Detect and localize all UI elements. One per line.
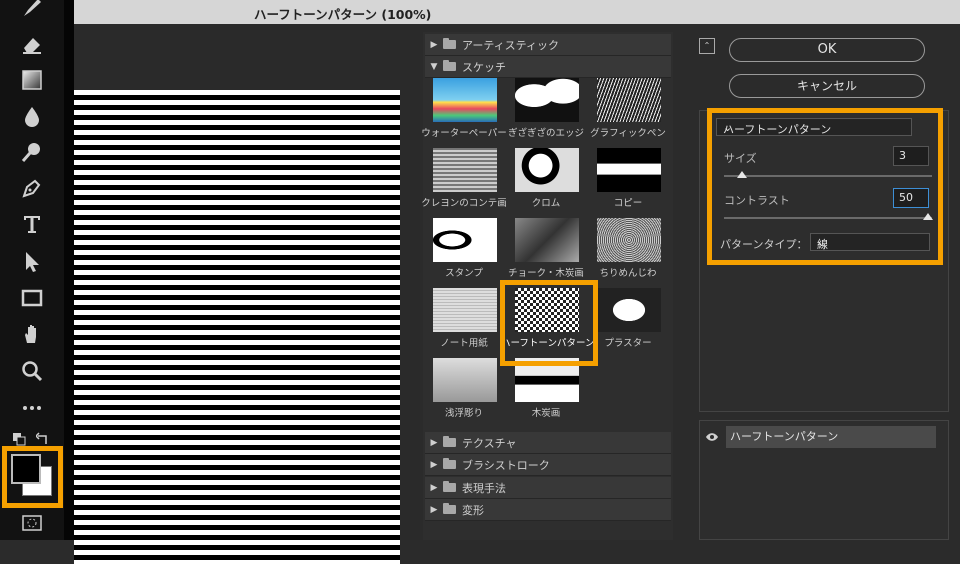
blur-drop-icon[interactable] (14, 102, 50, 130)
collapse-arrow-icon: ▼ (430, 61, 438, 72)
category-distort[interactable]: ▶ 変形 (425, 499, 671, 521)
brush-icon[interactable] (14, 0, 50, 22)
dialog-title: ハーフトーンパターン (100%) (254, 7, 432, 22)
filter-thumbnail[interactable]: チョーク・木炭画 (505, 218, 585, 284)
filter-label: 木炭画 (531, 408, 561, 419)
filter-preview-image (597, 218, 661, 262)
folder-icon (443, 60, 456, 71)
filter-preview-image (597, 288, 661, 332)
dialog-titlebar: ハーフトーンパターン (100%) (74, 0, 960, 24)
rectangle-icon[interactable] (14, 284, 50, 312)
filter-preview-image (433, 148, 497, 192)
filter-preview-image (515, 78, 579, 122)
filter-thumbnail[interactable]: ノート用紙 (423, 288, 503, 354)
category-brush-strokes[interactable]: ▶ ブラシストローク (425, 454, 671, 476)
type-icon[interactable] (14, 210, 50, 238)
filter-label: チョーク・木炭画 (508, 268, 584, 279)
folder-icon (443, 436, 456, 447)
expand-arrow-icon: ▶ (430, 504, 438, 515)
category-sketch[interactable]: ▼ スケッチ (425, 56, 671, 78)
folder-icon (443, 481, 456, 492)
highlight-selected-filter (500, 280, 598, 366)
filter-thumbnail[interactable]: ぎざぎざのエッジ (505, 78, 585, 144)
category-artistic[interactable]: ▶ アーティスティック (425, 34, 671, 56)
filter-preview-image (433, 218, 497, 262)
filter-label: クロム (531, 198, 561, 209)
filter-thumbnail[interactable]: クロム (505, 148, 585, 214)
default-colors-icon[interactable] (12, 432, 26, 446)
filter-label: グラフィックペン (590, 128, 666, 139)
effect-layer-name: ハーフトーンパターン (726, 426, 936, 448)
filter-thumbnail[interactable]: グラフィックペン (587, 78, 667, 144)
filter-thumbnail[interactable]: スタンプ (423, 218, 503, 284)
filter-preview-image (433, 288, 497, 332)
swap-colors-icon[interactable] (35, 432, 50, 446)
filter-label: ノート用紙 (440, 338, 488, 349)
highlight-settings (707, 108, 943, 265)
gradient-icon[interactable] (14, 66, 50, 94)
folder-icon (443, 503, 456, 514)
preview-area[interactable] (74, 24, 420, 564)
filter-preview-image (515, 148, 579, 192)
filter-preview-image (433, 358, 497, 402)
folder-icon (443, 458, 456, 469)
filter-thumbnail[interactable]: プラスター (587, 288, 667, 354)
eraser-icon[interactable] (14, 30, 50, 58)
filter-thumbnail[interactable]: コピー (587, 148, 667, 214)
cancel-button[interactable]: キャンセル (729, 74, 925, 98)
filter-thumbnail[interactable]: ちりめんじわ (587, 218, 667, 284)
filter-label: スタンプ (445, 268, 483, 279)
expand-arrow-icon: ▶ (430, 437, 438, 448)
filter-thumbnail[interactable]: 木炭画 (505, 358, 585, 424)
panel-divider (64, 0, 74, 540)
folder-icon (443, 38, 456, 49)
filter-thumbnail[interactable]: ウォーターペーパー (421, 78, 507, 144)
category-texture[interactable]: ▶ テクスチャ (425, 432, 671, 454)
preview-image (74, 90, 400, 564)
filter-thumbnail[interactable]: クレヨンのコンテ画 (421, 148, 507, 214)
hand-icon[interactable] (14, 320, 50, 348)
expand-arrow-icon: ▶ (430, 459, 438, 470)
zoom-icon[interactable] (14, 357, 50, 385)
filter-label: ぎざぎざのエッジ (507, 128, 584, 139)
category-stylize[interactable]: ▶ 表現手法 (425, 477, 671, 499)
dodge-icon[interactable] (14, 138, 50, 166)
filter-label: ちりめんじわ (599, 268, 657, 279)
filter-preview-image (515, 218, 579, 262)
filter-preview-image (433, 78, 497, 122)
more-icon[interactable] (14, 394, 50, 422)
expand-arrow-icon: ▶ (430, 482, 438, 493)
pen-icon[interactable] (14, 174, 50, 202)
filter-thumbnail[interactable]: 浅浮彫り (423, 358, 503, 424)
path-select-icon[interactable] (14, 248, 50, 276)
tools-panel (0, 0, 64, 540)
ok-button[interactable]: OK (729, 38, 925, 62)
filter-label: 浅浮彫り (444, 408, 483, 419)
collapse-gallery-button[interactable]: ⌃ (699, 38, 715, 54)
filter-label: コピー (613, 198, 643, 209)
filter-label: ウォーターペーパー (421, 128, 507, 139)
filter-preview-image (597, 148, 661, 192)
filter-preview-image (597, 78, 661, 122)
visibility-eye-icon[interactable] (700, 426, 724, 448)
filter-label: クレヨンのコンテ画 (421, 198, 507, 209)
quick-mask-icon[interactable] (21, 512, 43, 534)
highlight-color-swatches (2, 446, 63, 508)
effect-layer-row[interactable]: ハーフトーンパターン (700, 426, 936, 448)
expand-arrow-icon: ▶ (430, 39, 438, 50)
